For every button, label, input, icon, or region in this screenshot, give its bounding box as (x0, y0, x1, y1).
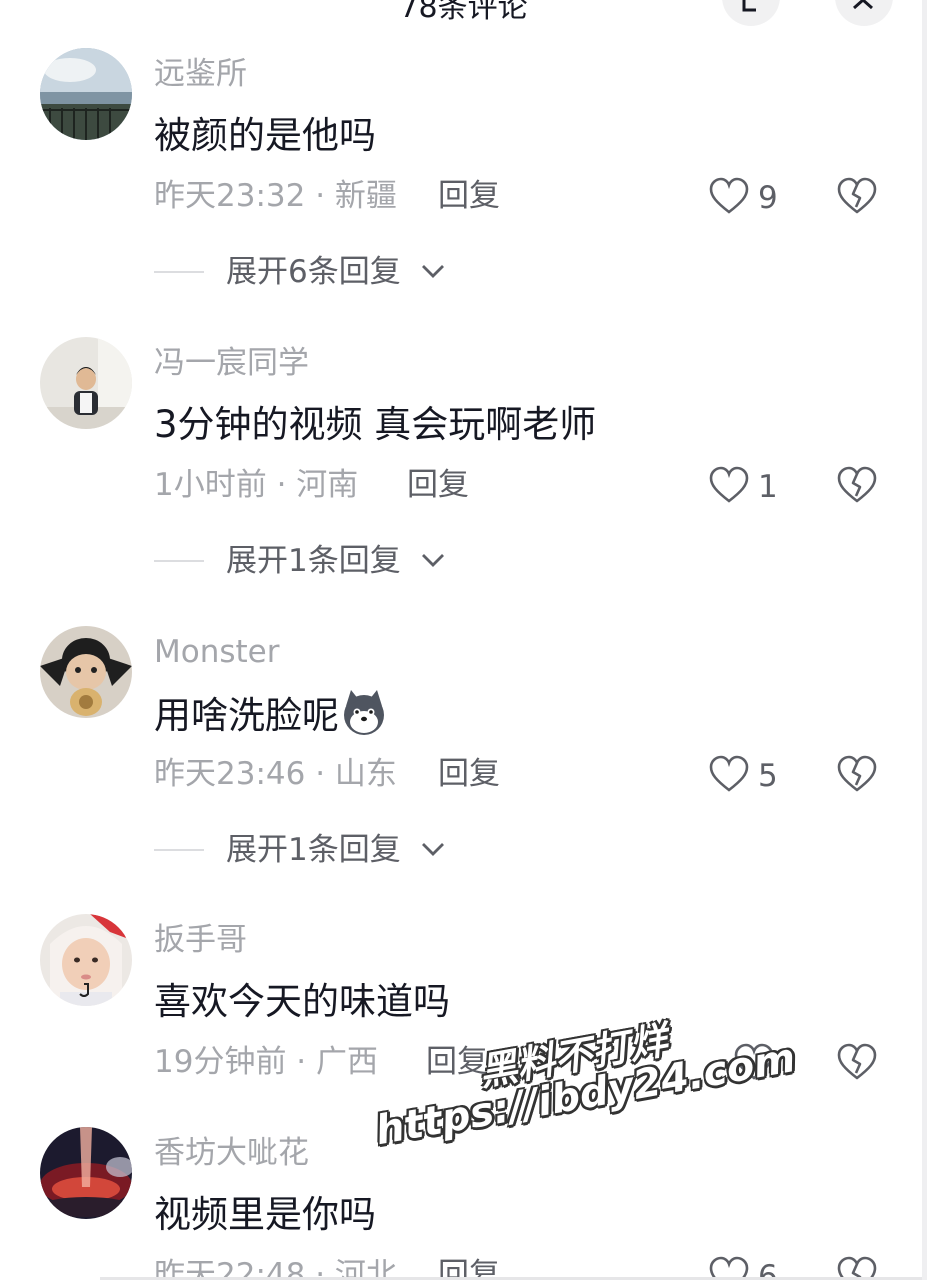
comment-time-location: 19分钟前 · 广西 (154, 1044, 379, 1080)
username[interactable]: 香坊大呲花 (154, 1133, 309, 1173)
chevron-down-icon (422, 265, 444, 278)
comment-time-location: 昨天23:46 · 山东 (154, 756, 397, 792)
divider-line (154, 560, 204, 562)
comment-item: 远鉴所 被颜的是他吗 昨天23:32 · 新疆 回复 9 展开6条回复 (0, 48, 927, 338)
user-avatar[interactable] (40, 1127, 132, 1219)
dislike-button[interactable] (836, 754, 878, 798)
user-avatar[interactable] (40, 337, 132, 429)
heart-icon (709, 755, 749, 792)
comment-text: 3分钟的视频 真会玩啊老师 (154, 403, 597, 446)
scrollbar-track[interactable] (922, 0, 927, 1280)
comment-text: 用啥洗脸呢 (154, 690, 387, 748)
user-avatar[interactable] (40, 626, 132, 718)
expand-icon (742, 0, 756, 12)
chevron-down-icon (422, 554, 444, 567)
comment-item: 香坊大呲花 视频里是你吗 昨天22:48 · 河北 回复 6 (0, 1127, 927, 1280)
username[interactable]: Monster (154, 632, 279, 672)
reply-button[interactable]: 回复 (407, 465, 469, 505)
chevron-down-icon (422, 843, 444, 856)
divider-line (154, 849, 204, 851)
expand-replies-label: 展开6条回复 (226, 254, 401, 290)
broken-heart-icon (837, 466, 877, 503)
dislike-button[interactable] (836, 465, 878, 509)
like-count: 1 (758, 469, 778, 505)
reply-button[interactable]: 回复 (438, 754, 500, 794)
like-count: 9 (758, 180, 778, 216)
husky-emoji (341, 690, 387, 748)
close-icon (853, 0, 873, 10)
reply-button[interactable]: 回复 (426, 1042, 488, 1082)
comment-text: 被颜的是他吗 (154, 114, 376, 157)
divider-line (154, 271, 204, 273)
user-avatar[interactable] (40, 914, 132, 1006)
user-avatar[interactable] (40, 48, 132, 140)
comment-text: 视频里是你吗 (154, 1193, 376, 1236)
comment-item: 冯一宸同学 3分钟的视频 真会玩啊老师 1小时前 · 河南 回复 1 展开1条回… (0, 337, 927, 627)
username[interactable]: 远鉴所 (154, 54, 247, 94)
like-count: 5 (758, 758, 778, 794)
heart-icon (709, 177, 749, 214)
dislike-button[interactable] (836, 1042, 878, 1086)
comment-text-body: 用啥洗脸呢 (154, 694, 339, 737)
expand-replies-label: 展开1条回复 (226, 832, 401, 868)
broken-heart-icon (837, 755, 877, 792)
reply-button[interactable]: 回复 (438, 176, 500, 216)
username[interactable]: 冯一宸同学 (154, 343, 309, 383)
comments-count-title: 78条评论 (399, 0, 528, 25)
broken-heart-icon (837, 1043, 877, 1080)
comment-time-location: 1小时前 · 河南 (154, 467, 359, 503)
comment-item: Monster 用啥洗脸呢 昨天23:46 · 山东 回复 5 展开1条回复 (0, 626, 927, 916)
comment-text: 喜欢今天的味道吗 (154, 980, 450, 1023)
expand-replies-label: 展开1条回复 (226, 543, 401, 579)
dislike-button[interactable] (836, 176, 878, 220)
heart-icon (709, 466, 749, 503)
comments-header: 78条评论 (0, 0, 927, 26)
comment-time-location: 昨天23:32 · 新疆 (154, 178, 397, 214)
broken-heart-icon (837, 177, 877, 214)
username[interactable]: 扳手哥 (154, 920, 247, 960)
heart-icon (734, 1043, 774, 1080)
